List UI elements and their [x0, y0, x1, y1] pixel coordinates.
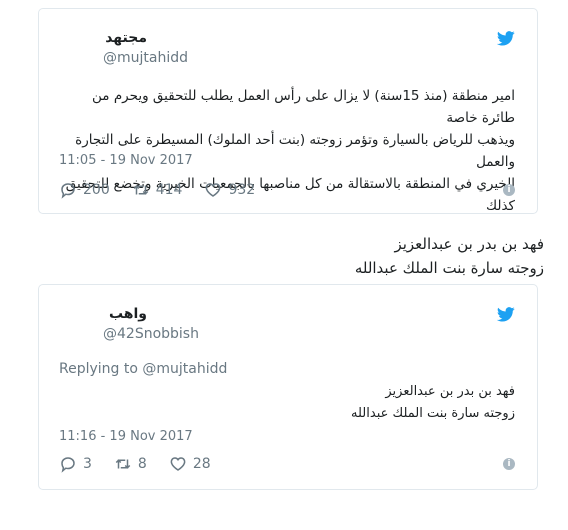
reply-icon — [61, 457, 75, 473]
like-count: 28 — [192, 456, 211, 472]
heart-icon — [170, 457, 186, 471]
like-button[interactable]: 28 — [169, 455, 211, 473]
retweet-button[interactable]: 414 — [132, 181, 183, 199]
heart-icon — [206, 183, 221, 197]
retweet-count: 414 — [155, 182, 183, 198]
tweet-text-line: امير منطقة (منذ 15سنة) لا يزال على رأس ا… — [92, 88, 515, 126]
author-handle[interactable]: @mujtahidd — [103, 50, 188, 66]
tweet-actions: 3 8 28 — [59, 455, 233, 473]
tweet-text-line: زوجته سارة بنت الملك عبدالله — [351, 406, 515, 421]
tweet-actions: 200 414 932 — [59, 181, 277, 199]
embedded-tweet-2[interactable]: واهب @42Snobbish Replying to @mujtahidd … — [38, 284, 538, 490]
twitter-bird-icon[interactable] — [497, 307, 515, 322]
tweet-text-line: فهد بن بدر بن عبدالعزيز — [385, 384, 515, 399]
info-icon[interactable]: i — [503, 458, 515, 470]
reply-count: 3 — [83, 456, 92, 472]
reply-button[interactable]: 3 — [59, 455, 92, 473]
retweet-button[interactable]: 8 — [114, 455, 147, 473]
tweet-text: فهد بن بدر بن عبدالعزيز زوجته سارة بنت ا… — [215, 381, 515, 425]
article-text-line: زوجته سارة بنت الملك عبدالله — [354, 259, 544, 277]
retweet-icon — [133, 185, 149, 195]
info-icon[interactable]: i — [503, 184, 515, 196]
retweet-count: 8 — [137, 456, 147, 472]
replying-to[interactable]: Replying to @mujtahidd — [59, 361, 227, 377]
tweet-timestamp[interactable]: 11:16 - 19 Nov 2017 — [59, 429, 193, 444]
like-button[interactable]: 932 — [204, 181, 255, 199]
twitter-bird-icon[interactable] — [497, 31, 515, 46]
retweet-icon — [115, 459, 131, 469]
author-name[interactable]: مجتهد — [105, 30, 147, 46]
embedded-tweet-1[interactable]: مجتهد @mujtahidd امير منطقة (منذ 15سنة) … — [38, 8, 538, 214]
reply-count: 200 — [83, 182, 110, 198]
like-count: 932 — [228, 182, 256, 198]
reply-button[interactable]: 200 — [59, 181, 110, 199]
author-name[interactable]: واهب — [109, 306, 147, 322]
author-handle[interactable]: @42Snobbish — [103, 326, 199, 342]
reply-icon — [61, 183, 75, 199]
article-text-line: فهد بن بدر بن عبدالعزيز — [394, 235, 544, 253]
article-text: فهد بن بدر بن عبدالعزيز زوجته سارة بنت ا… — [355, 232, 544, 280]
tweet-timestamp[interactable]: 11:05 - 19 Nov 2017 — [59, 153, 193, 168]
